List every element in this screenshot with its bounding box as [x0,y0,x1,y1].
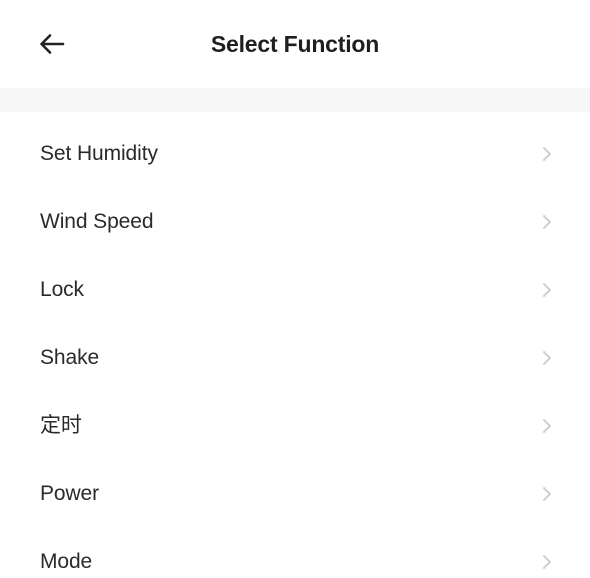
function-item-mode[interactable]: Mode [0,528,590,578]
function-item-label: 定时 [40,414,82,437]
select-function-screen: Select Function Set Humidity Wind Speed … [0,0,590,578]
function-item-shake[interactable]: Shake [0,324,590,392]
function-item-timer[interactable]: 定时 [0,392,590,460]
chevron-right-icon [540,145,554,163]
function-item-power[interactable]: Power [0,460,590,528]
chevron-right-icon [540,553,554,571]
function-item-lock[interactable]: Lock [0,256,590,324]
page-title: Select Function [210,31,380,57]
separator-band [0,88,590,112]
function-item-label: Set Humidity [40,142,158,165]
function-item-label: Shake [40,346,100,369]
chevron-right-icon [540,281,554,299]
function-item-label: Wind Speed [40,210,154,233]
chevron-right-icon [540,349,554,367]
function-list: Set Humidity Wind Speed Lock Shake 定时 Po… [0,120,590,578]
chevron-right-icon [540,417,554,435]
function-item-label: Lock [40,278,84,301]
header-bar: Select Function [0,0,590,88]
function-item-wind-speed[interactable]: Wind Speed [0,188,590,256]
function-item-set-humidity[interactable]: Set Humidity [0,120,590,188]
chevron-right-icon [540,213,554,231]
chevron-right-icon [540,485,554,503]
function-item-label: Mode [40,550,93,573]
function-item-label: Power [40,482,100,505]
